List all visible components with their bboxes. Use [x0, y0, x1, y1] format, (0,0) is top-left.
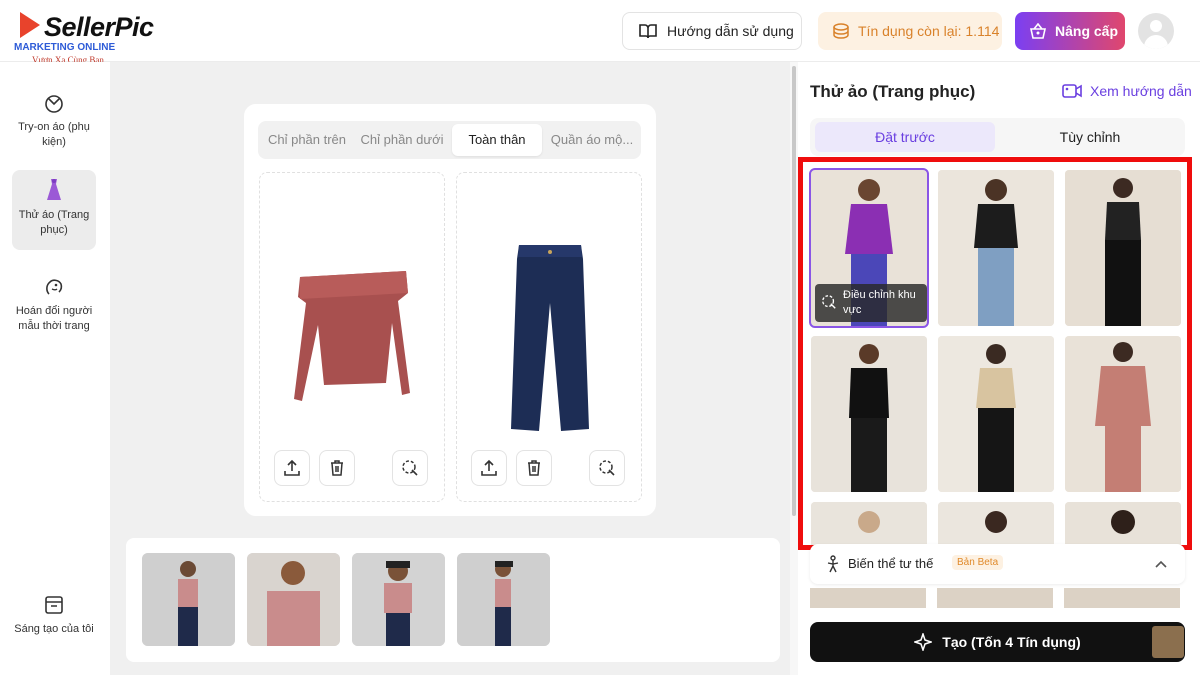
lasso-icon [402, 460, 418, 476]
delete-button[interactable] [516, 450, 552, 486]
tab-custom[interactable]: Tùy chỉnh [1000, 122, 1180, 152]
model-photo [938, 502, 1054, 545]
view-guide-label: Xem hướng dẫn [1090, 83, 1192, 99]
trash-icon [331, 460, 343, 476]
model-photo [1065, 502, 1181, 545]
model-photo [457, 553, 550, 646]
upgrade-button[interactable]: Nâng cấp [1015, 12, 1125, 50]
logo-tagline: MARKETING ONLINE [14, 42, 116, 53]
adjust-area-label: Điều chỉnh khu vực [843, 289, 916, 316]
model-card[interactable] [811, 502, 927, 545]
sidebar-item-label: Hoán đổi người mẫu thời trang [15, 305, 93, 332]
logo[interactable]: SellerPic MARKETING ONLINE Vươn Xa Cùng … [14, 10, 164, 65]
reference-thumbnail[interactable] [352, 553, 445, 646]
trash-icon [528, 460, 540, 476]
adjust-area-button[interactable]: Điều chỉnh khu vực [815, 284, 927, 322]
tab-full-body[interactable]: Toàn thân [452, 124, 542, 156]
top-bar: SellerPic MARKETING ONLINE Vươn Xa Cùng … [0, 0, 1200, 65]
upgrade-label: Nâng cấp [1055, 23, 1119, 39]
upload-button[interactable] [274, 450, 310, 486]
pose-thumbnail[interactable] [937, 588, 1053, 608]
avatar-head [1150, 20, 1162, 32]
model-photo [938, 170, 1054, 326]
sidebar-item-label: Sáng tạo của tôi [14, 623, 94, 635]
sidebar-item-label: Thử áo (Trang phục) [18, 209, 90, 236]
pose-variation-section[interactable]: Biến thể tư thế Bản Beta [810, 544, 1185, 584]
lasso-icon [822, 295, 836, 309]
crown-basket-icon [1030, 23, 1046, 39]
model-card[interactable] [1065, 170, 1181, 326]
result-preview-thumbnail[interactable] [1152, 626, 1184, 658]
chevron-up-icon[interactable] [1154, 559, 1168, 569]
sidebar-item-accessory-tryon[interactable]: Try-on áo (phụ kiện) [12, 84, 96, 154]
off-shoulder-top-image [294, 271, 410, 401]
logo-brand: SellerPic [44, 12, 154, 42]
model-card[interactable] [938, 170, 1054, 326]
archive-icon [45, 596, 63, 614]
avatar[interactable] [1138, 13, 1174, 49]
face-swap-icon [46, 279, 63, 295]
tab-bottom-only[interactable]: Chỉ phần dưới [358, 124, 446, 156]
beta-badge: Bản Beta [952, 555, 1004, 570]
panel-title: Thử ảo (Trang phục) [810, 82, 976, 101]
model-photo [811, 502, 927, 545]
reference-thumbnail[interactable] [247, 553, 340, 646]
sidebar-item-model-swap[interactable]: Hoán đổi người mẫu thời trang [12, 266, 96, 354]
select-area-button[interactable] [392, 450, 428, 486]
sidebar-item-outfit-tryon[interactable]: Thử áo (Trang phục) [12, 170, 96, 250]
model-photo [1065, 170, 1181, 326]
garment-type-tabs: Chỉ phần trên Chỉ phần dưới Toàn thân Qu… [258, 121, 641, 159]
model-card[interactable] [1065, 502, 1181, 545]
tab-one-piece[interactable]: Quần áo mộ... [548, 124, 636, 156]
pose-icon [827, 555, 839, 573]
sidebar: Try-on áo (phụ kiện) Thử áo (Trang phục)… [0, 62, 110, 675]
model-photo [938, 336, 1054, 492]
model-photo [142, 553, 235, 646]
sidebar-item-my-creations[interactable]: Sáng tạo của tôi [12, 586, 96, 654]
dress-icon [47, 179, 61, 200]
workspace-scrollbar[interactable] [790, 62, 798, 675]
pose-thumbnail[interactable] [810, 588, 926, 608]
pose-thumbnail[interactable] [1064, 588, 1180, 608]
user-guide-label: Hướng dẫn sử dụng [667, 23, 794, 39]
view-guide-link[interactable]: Xem hướng dẫn [1062, 83, 1192, 99]
credits-label: Tín dụng còn lại: 1.114 [858, 23, 1000, 39]
model-gallery: Điều chỉnh khu vực [798, 157, 1192, 550]
jeans-image [511, 245, 589, 431]
lasso-icon [599, 460, 615, 476]
create-label: Tạo (Tốn 4 Tín dụng) [942, 634, 1081, 650]
model-card[interactable] [1065, 336, 1181, 492]
reference-thumbnail[interactable] [457, 553, 550, 646]
tab-preset[interactable]: Đặt trước [815, 122, 995, 152]
model-card[interactable] [811, 336, 927, 492]
model-card[interactable] [938, 502, 1054, 545]
avatar-body [1144, 35, 1168, 49]
scrollbar-thumb[interactable] [792, 66, 796, 516]
select-area-button[interactable] [589, 450, 625, 486]
model-photo [247, 553, 340, 646]
delete-button[interactable] [319, 450, 355, 486]
pose-variation-label: Biến thể tư thế [848, 556, 934, 571]
sparkle-icon [914, 633, 933, 651]
tab-top-only[interactable]: Chỉ phần trên [264, 124, 350, 156]
model-card[interactable] [938, 336, 1054, 492]
coins-icon [833, 23, 849, 39]
accessory-icon [45, 95, 63, 113]
play-logo-icon [20, 12, 40, 38]
video-guide-icon [1062, 84, 1082, 98]
reference-thumbnail[interactable] [142, 553, 235, 646]
model-card[interactable]: Điều chỉnh khu vực [809, 168, 929, 328]
model-photo [1065, 336, 1181, 492]
create-button[interactable]: Tạo (Tốn 4 Tín dụng) [810, 622, 1185, 662]
preset-custom-toggle: Đặt trước Tùy chỉnh [810, 118, 1185, 156]
credits-badge[interactable]: Tín dụng còn lại: 1.114 [818, 12, 1002, 50]
upload-icon [481, 459, 497, 476]
user-guide-button[interactable]: Hướng dẫn sử dụng [622, 12, 802, 50]
upload-button[interactable] [471, 450, 507, 486]
model-photo [352, 553, 445, 646]
upload-icon [284, 459, 300, 476]
book-icon [639, 24, 657, 39]
model-photo [811, 336, 927, 492]
sidebar-item-label: Try-on áo (phụ kiện) [18, 121, 90, 148]
